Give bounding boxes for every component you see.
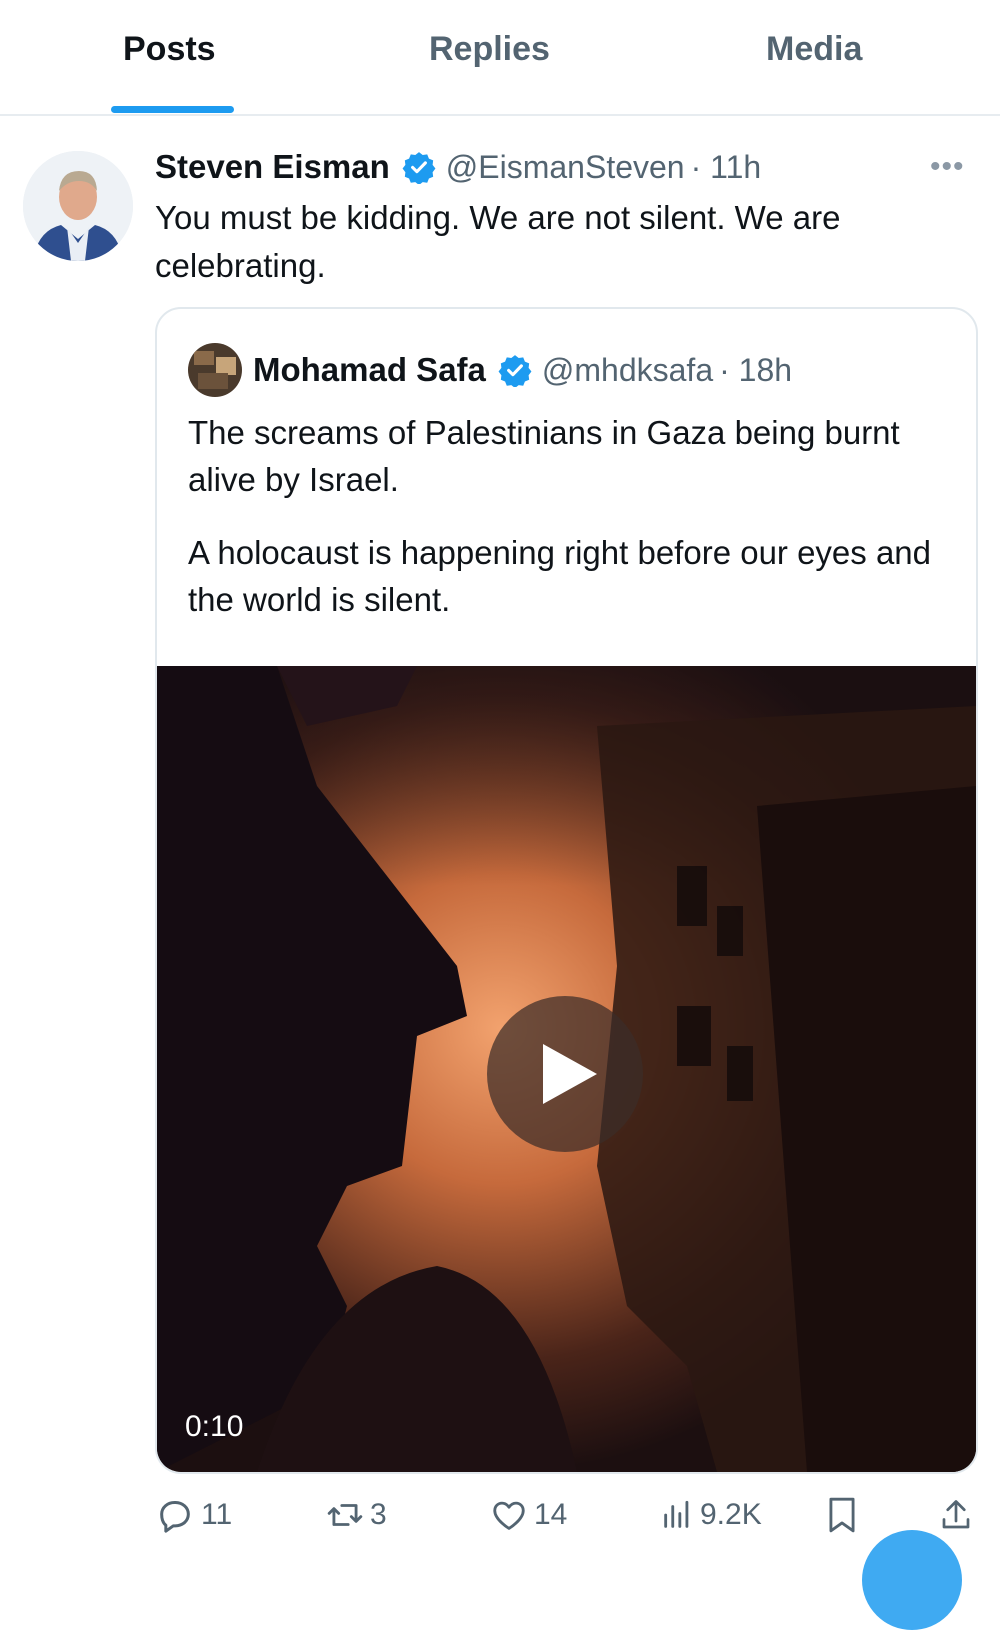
bookmark-button[interactable] <box>826 1492 864 1538</box>
profile-tabs: Posts Replies Media <box>0 0 1000 116</box>
video-player[interactable]: 0:10 <box>157 666 976 1472</box>
quoted-post-text: The screams of Palestinians in Gaza bein… <box>188 409 948 649</box>
repost-icon <box>327 1504 363 1526</box>
tab-posts[interactable]: Posts <box>123 30 216 69</box>
quoted-author-name[interactable]: Mohamad Safa <box>253 351 486 389</box>
view-count: 9.2K <box>700 1498 762 1531</box>
bookmark-icon <box>829 1497 855 1533</box>
share-icon <box>942 1500 970 1529</box>
author-avatar[interactable] <box>23 151 133 261</box>
tab-replies[interactable]: Replies <box>429 30 550 69</box>
quoted-post-time: · 18h <box>719 351 793 388</box>
more-icon[interactable]: ••• <box>930 150 965 184</box>
compose-button[interactable] <box>862 1530 962 1630</box>
reply-count: 11 <box>201 1498 233 1531</box>
quoted-paragraph: The screams of Palestinians in Gaza bein… <box>188 414 900 498</box>
quoted-author-handle[interactable]: @mhdksafa <box>542 352 713 389</box>
repost-count: 3 <box>370 1498 387 1531</box>
reply-button[interactable]: 11 <box>155 1492 232 1538</box>
like-count: 14 <box>534 1498 568 1531</box>
share-button[interactable] <box>938 1492 980 1538</box>
repost-button[interactable]: 3 <box>326 1492 387 1538</box>
author-handle[interactable]: @EismanSteven <box>446 149 685 186</box>
verified-badge-icon <box>402 150 436 185</box>
post-header: Steven Eisman @EismanSteven · 11h <box>155 142 761 192</box>
post-text: You must be kidding. We are not silent. … <box>155 199 841 284</box>
video-duration: 0:10 <box>185 1410 244 1443</box>
quoted-post[interactable]: Mohamad Safa @mhdksafa · 18h The screams… <box>155 307 978 1474</box>
views-button[interactable]: 9.2K <box>660 1492 762 1538</box>
post-time: · 11h <box>690 148 762 185</box>
tab-media[interactable]: Media <box>766 30 862 69</box>
quoted-post-header: Mohamad Safa @mhdksafa · 18h <box>253 345 792 395</box>
verified-badge-icon <box>498 353 532 388</box>
views-icon <box>664 1500 689 1528</box>
like-button[interactable]: 14 <box>490 1492 567 1538</box>
heart-icon <box>493 1501 525 1530</box>
author-name[interactable]: Steven Eisman <box>155 148 390 186</box>
active-tab-indicator <box>111 106 234 113</box>
reply-icon <box>160 1501 190 1533</box>
play-button[interactable] <box>487 996 643 1152</box>
quoted-paragraph: A holocaust is happening right before ou… <box>188 534 932 618</box>
play-icon <box>543 1044 597 1104</box>
quoted-author-avatar[interactable] <box>188 343 242 397</box>
